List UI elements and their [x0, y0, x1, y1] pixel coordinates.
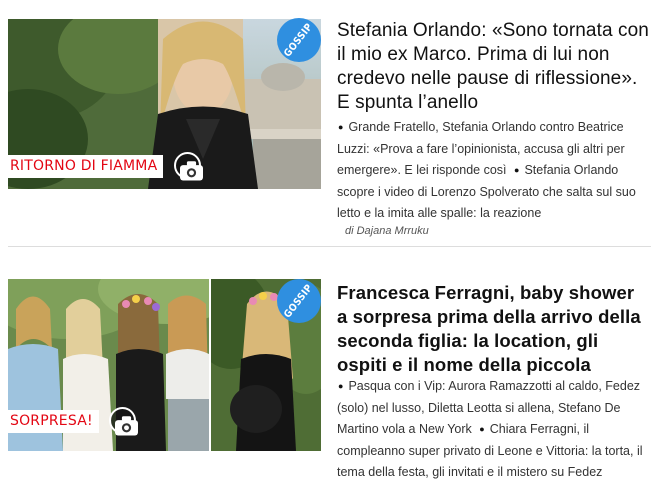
article-2-title[interactable]: Francesca Ferragni, baby shower a sorpre…	[337, 281, 649, 377]
article-1-title[interactable]: Stefania Orlando: «Sono tornata con il m…	[337, 19, 649, 115]
article-2-related-links: ● Pasqua con i Vip: Aurora Ramazzotti al …	[337, 376, 649, 482]
bullet-icon: ●	[514, 165, 520, 175]
article-1-author[interactable]: di Dajana Mrruku	[345, 225, 429, 237]
article-2-tag[interactable]: SORPRESA!	[8, 410, 99, 433]
article-1-photo[interactable]: RITORNO DI FIAMMA	[8, 19, 321, 189]
article-card-2: SORPRESA! GOSSIP Francesca Ferragni, bab…	[0, 265, 655, 482]
article-divider	[8, 246, 651, 247]
article-1-related-links: ● Grande Fratello, Stefania Orlando contr…	[337, 117, 649, 224]
gossip-badge[interactable]: GOSSIP	[277, 18, 321, 62]
article-1-tag[interactable]: RITORNO DI FIAMMA	[8, 155, 164, 178]
bullet-icon: ●	[338, 122, 344, 132]
gossip-badge[interactable]: GOSSIP	[277, 279, 321, 323]
bullet-icon: ●	[479, 424, 485, 434]
bullet-icon: ●	[338, 381, 344, 391]
article-2-photo-group[interactable]: SORPRESA!	[8, 279, 209, 451]
article-card-1: RITORNO DI FIAMMA GOSSIP Stefania Orland…	[0, 0, 655, 248]
camera-icon[interactable]	[109, 407, 138, 436]
camera-icon[interactable]	[174, 152, 203, 181]
